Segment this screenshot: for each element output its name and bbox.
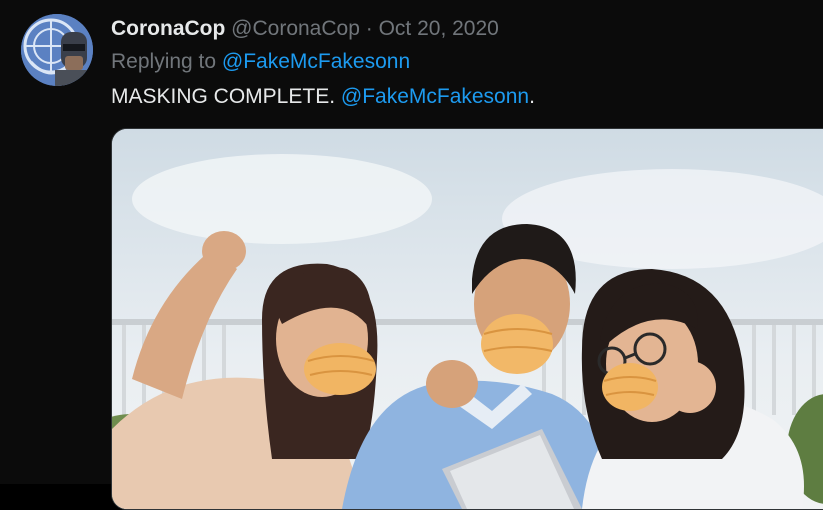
tweet-media-photo[interactable]	[111, 128, 823, 510]
tweet-text-end: .	[529, 85, 535, 108]
tweet: CoronaCop @CoronaCop · Oct 20, 2020 Repl…	[0, 0, 823, 510]
separator-dot: ·	[365, 17, 373, 40]
tweet-text-body: MASKING COMPLETE.	[111, 85, 341, 108]
tweet-header: CoronaCop @CoronaCop · Oct 20, 2020	[111, 16, 499, 42]
replying-to: Replying to @FakeMcFakesonn	[111, 49, 410, 75]
user-handle[interactable]: @CoronaCop	[231, 17, 360, 40]
replying-to-label: Replying to	[111, 50, 217, 73]
tweet-text: MASKING COMPLETE. @FakeMcFakesonn.	[111, 84, 535, 110]
avatar[interactable]	[21, 14, 93, 86]
media-illustration	[112, 129, 823, 509]
display-name[interactable]: CoronaCop	[111, 17, 225, 40]
tweet-text-mention[interactable]: @FakeMcFakesonn	[341, 85, 529, 108]
replying-to-mention[interactable]: @FakeMcFakesonn	[222, 50, 410, 73]
tweet-date[interactable]: Oct 20, 2020	[379, 17, 499, 40]
avatar-image	[21, 14, 93, 86]
